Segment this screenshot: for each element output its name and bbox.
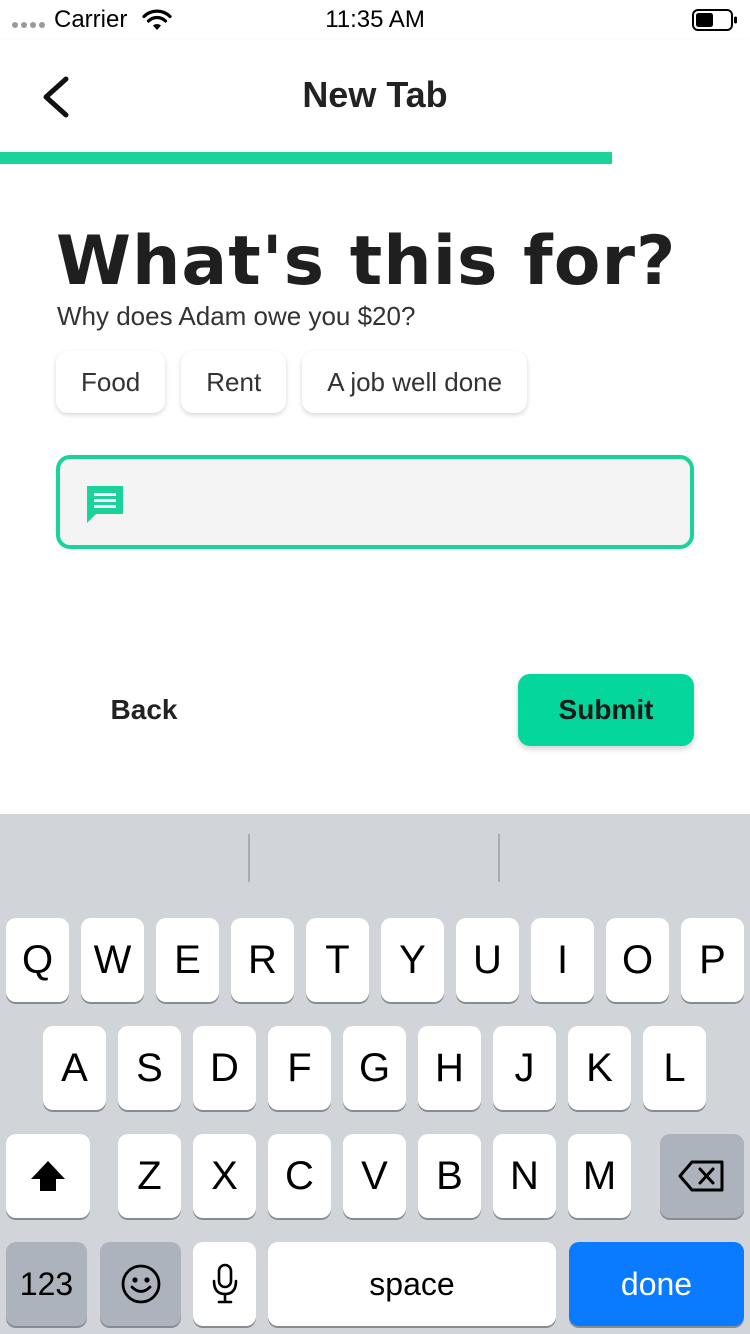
suggestion-divider bbox=[248, 834, 250, 882]
key-g[interactable]: G bbox=[343, 1026, 406, 1110]
key-x[interactable]: X bbox=[193, 1134, 256, 1218]
keyboard: Q W E R T Y U I O P A S D F G H J K L Z … bbox=[0, 814, 750, 1334]
space-key[interactable]: space bbox=[268, 1242, 556, 1326]
key-r[interactable]: R bbox=[231, 918, 294, 1002]
status-bar: Carrier 11:35 AM bbox=[0, 0, 750, 40]
key-u[interactable]: U bbox=[456, 918, 519, 1002]
emoji-icon bbox=[121, 1264, 160, 1304]
key-p[interactable]: P bbox=[681, 918, 744, 1002]
backspace-key[interactable] bbox=[660, 1134, 744, 1218]
backspace-icon bbox=[678, 1160, 724, 1192]
key-h[interactable]: H bbox=[418, 1026, 481, 1110]
nav-bar: New Tab bbox=[0, 40, 750, 152]
key-i[interactable]: I bbox=[531, 918, 594, 1002]
message-icon bbox=[87, 486, 123, 523]
key-q[interactable]: Q bbox=[6, 918, 69, 1002]
key-a[interactable]: A bbox=[43, 1026, 106, 1110]
key-w[interactable]: W bbox=[81, 918, 144, 1002]
chip-rent[interactable]: Rent bbox=[181, 351, 287, 413]
key-t[interactable]: T bbox=[306, 918, 369, 1002]
key-l[interactable]: L bbox=[643, 1026, 706, 1110]
key-y[interactable]: Y bbox=[381, 918, 444, 1002]
key-d[interactable]: D bbox=[193, 1026, 256, 1110]
emoji-key[interactable] bbox=[100, 1242, 181, 1326]
question-heading: What's this for? bbox=[56, 222, 677, 301]
shift-icon bbox=[31, 1161, 65, 1191]
key-n[interactable]: N bbox=[493, 1134, 556, 1218]
numbers-key[interactable]: 123 bbox=[6, 1242, 87, 1326]
key-m[interactable]: M bbox=[568, 1134, 631, 1218]
back-button[interactable]: Back bbox=[56, 674, 232, 746]
key-e[interactable]: E bbox=[156, 918, 219, 1002]
key-o[interactable]: O bbox=[606, 918, 669, 1002]
page-title: New Tab bbox=[302, 74, 448, 115]
submit-button[interactable]: Submit bbox=[518, 674, 694, 746]
note-field[interactable] bbox=[56, 455, 694, 549]
shift-key[interactable] bbox=[6, 1134, 90, 1218]
done-key[interactable]: done bbox=[569, 1242, 744, 1326]
clock: 11:35 AM bbox=[325, 6, 425, 33]
microphone-icon bbox=[212, 1263, 237, 1304]
key-b[interactable]: B bbox=[418, 1134, 481, 1218]
progress-bar bbox=[0, 152, 750, 164]
chip-job-well-done[interactable]: A job well done bbox=[302, 351, 528, 413]
battery-icon bbox=[692, 9, 737, 31]
key-f[interactable]: F bbox=[268, 1026, 331, 1110]
question-subheading: Why does Adam owe you $20? bbox=[57, 301, 416, 331]
key-v[interactable]: V bbox=[343, 1134, 406, 1218]
chip-food[interactable]: Food bbox=[56, 351, 166, 413]
suggestion-divider bbox=[498, 834, 500, 882]
progress-fill bbox=[0, 152, 612, 164]
key-s[interactable]: S bbox=[118, 1026, 181, 1110]
suggestion-chips: Food Rent A job well done bbox=[56, 351, 528, 413]
key-k[interactable]: K bbox=[568, 1026, 631, 1110]
key-z[interactable]: Z bbox=[118, 1134, 181, 1218]
note-input[interactable] bbox=[144, 479, 674, 527]
dictation-key[interactable] bbox=[193, 1242, 256, 1326]
key-c[interactable]: C bbox=[268, 1134, 331, 1218]
key-j[interactable]: J bbox=[493, 1026, 556, 1110]
